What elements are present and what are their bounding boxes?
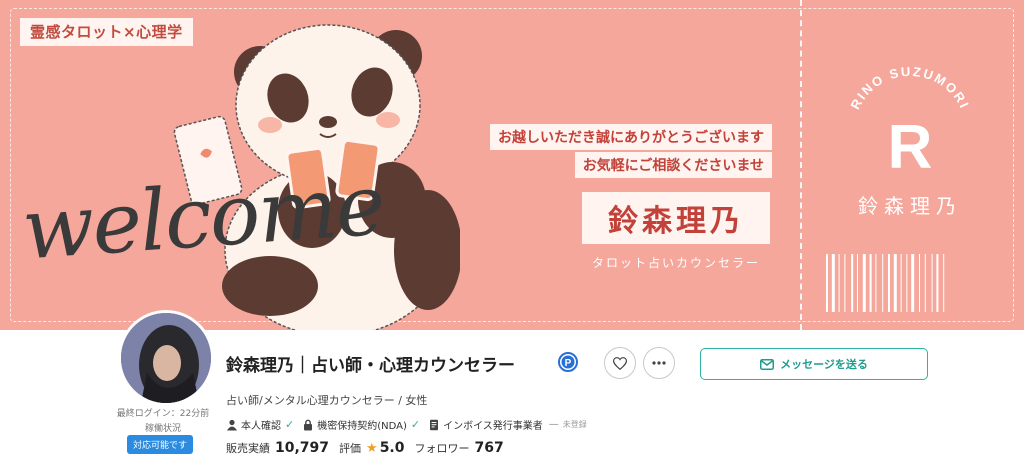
barcode-bar [888, 254, 890, 312]
favorite-button[interactable] [604, 347, 636, 379]
sales-label: 販売実績 [226, 442, 270, 455]
barcode-bar [906, 254, 908, 312]
invoice-status: 未登録 [562, 420, 587, 429]
lock-icon [302, 419, 314, 431]
document-icon [428, 419, 440, 431]
barcode-bar [831, 254, 835, 312]
barcode-bar [862, 254, 866, 312]
stub-name: 鈴森理乃 [858, 194, 962, 218]
stats-row: 販売実績 10,797 評価 ★ 5.0 フォロワー 767 [226, 440, 514, 456]
banner-subtitle: タロット占いカウンセラー [591, 256, 760, 270]
barcode-bar [851, 254, 854, 312]
p-badge-icon: P [558, 352, 578, 372]
followers-value: 767 [474, 440, 504, 456]
barcode-bar [875, 254, 877, 312]
envelope-icon [760, 358, 775, 370]
profession-text: 占い師/メンタル心理カウンセラー / 女性 [226, 394, 428, 407]
verify-nda-label: 機密保持契約(NDA) [317, 421, 407, 432]
ellipsis-icon [652, 361, 666, 365]
rating-label: 評価 [339, 442, 362, 455]
check-icon: ✓ [285, 418, 295, 431]
greeting-line-2: お気軽にご相談くださいませ [574, 152, 772, 178]
star-icon: ★ [366, 441, 378, 456]
barcode-bar [893, 254, 897, 312]
svg-text:P: P [565, 358, 572, 369]
verify-invoice-label: インボイス発行事業者 [443, 421, 543, 432]
avatar-portrait [121, 313, 211, 403]
svg-text:RINO SUZUMORI: RINO SUZUMORI [847, 64, 972, 112]
ticket-stub-divider [800, 0, 802, 330]
barcode-bar [826, 254, 828, 312]
last-login: 最終ログイン：22分前 [116, 409, 210, 419]
barcode [826, 254, 945, 312]
status-badge: 対応可能です [127, 435, 194, 454]
barcode-bar [924, 254, 926, 312]
barcode-bar [857, 254, 858, 312]
barcode-bar [911, 254, 915, 312]
send-message-label: メッセージを送る [780, 358, 868, 371]
stub-letter: R [888, 113, 933, 182]
dash-separator: — [548, 419, 559, 430]
greeting-line-1: お越しいただき誠にありがとうございます [490, 124, 772, 150]
barcode-bar [869, 254, 872, 312]
header-banner: 霊感タロット×心理学 welcome お越しいただき誠にありがとうございます お… [0, 0, 1024, 330]
rating-value: 5.0 [379, 440, 405, 456]
barcode-bar [919, 254, 920, 312]
followers-label: フォロワー [414, 442, 470, 455]
stub-arc-text: RINO SUZUMORI [847, 64, 970, 112]
barcode-bar [844, 254, 846, 312]
person-icon [226, 419, 238, 431]
banner-name: 鈴森理乃 [582, 192, 770, 244]
status-label: 稼働状況 [144, 424, 181, 434]
avatar[interactable] [118, 310, 214, 406]
barcode-bar [931, 254, 933, 312]
verification-row: 本人確認 ✓ 機密保持契約(NDA) ✓ インボイス発行事業者 — 未登録 [226, 417, 587, 432]
barcode-bar [838, 254, 840, 312]
send-message-button[interactable]: メッセージを送る [700, 348, 928, 380]
verify-identity-label: 本人確認 [241, 421, 281, 432]
check-icon: ✓ [410, 418, 421, 431]
more-options-button[interactable] [643, 347, 675, 379]
profile-title: 鈴森理乃｜占い師・心理カウンセラー [226, 356, 515, 376]
barcode-bar [936, 254, 939, 312]
barcode-bar [900, 254, 902, 312]
sales-value: 10,797 [275, 440, 330, 456]
barcode-bar [882, 254, 884, 312]
barcode-bar [943, 254, 945, 312]
heart-icon [613, 356, 627, 370]
